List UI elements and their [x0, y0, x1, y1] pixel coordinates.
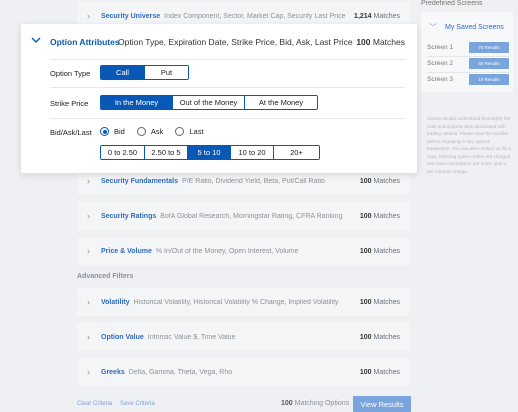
matching-options-count: 100 Matching Options — [281, 400, 350, 407]
strike-price-label: Strike Price — [50, 99, 89, 108]
radio-label: Last — [189, 127, 204, 136]
option-type-put[interactable]: Put — [145, 66, 188, 79]
filter-row-count: 100 Matches — [359, 247, 400, 255]
saved-screens-panel: ﹀ My Saved Screens Screen 1 70 Results S… — [421, 12, 513, 92]
results-badge: 70 Results — [469, 41, 509, 53]
strike-out-of-the-money[interactable]: Out of the Money — [173, 96, 245, 109]
filter-row-title: Option Value — [101, 333, 144, 341]
strike-price-toggle: In the Money Out of the Money At the Mon… — [100, 95, 318, 110]
range-option[interactable]: 0 to 2.50 — [101, 146, 145, 159]
filter-row-title: Greeks — [101, 368, 125, 376]
options-disclaimer: Clients should understand thoroughly the… — [427, 116, 511, 174]
advanced-filters-heading: Advanced Filters — [77, 273, 134, 280]
option-type-label: Option Type — [50, 69, 91, 78]
filter-row-title: Volatility — [101, 298, 130, 306]
divider — [50, 118, 405, 119]
option-type-toggle: Call Put — [100, 65, 189, 80]
saved-screens-toggle[interactable]: ﹀ My Saved Screens — [429, 22, 504, 33]
option-type-call[interactable]: Call — [101, 66, 145, 79]
filter-row-desc: BofA Global Research, Morningstar Rating… — [160, 212, 343, 220]
filter-row-title: Price & Volume — [101, 247, 152, 255]
range-option[interactable]: 10 to 20 — [231, 146, 274, 159]
filter-row-count: 100 Matches — [359, 368, 400, 376]
chevron-right-icon: › — [87, 176, 90, 186]
filter-row-count: 100 Matches — [359, 298, 400, 306]
price-range-toggle: 0 to 2.50 2.50 to 5 5 to 10 10 to 20 20+ — [100, 145, 320, 160]
range-option-selected[interactable]: 5 to 10 — [188, 146, 231, 159]
radio-button[interactable] — [136, 127, 146, 136]
panel-title: Option Attributes — [50, 37, 120, 47]
range-option[interactable]: 2.50 to 5 — [145, 146, 188, 159]
filter-row-count: 100 Matches — [359, 333, 400, 341]
filter-row-greeks[interactable]: › Greeks Delta, Gamma, Theta, Vega, Rho … — [77, 358, 410, 386]
filter-row-option-value[interactable]: › Option Value Intrinsic Value $, Time V… — [77, 323, 410, 351]
saved-screen-label: Screen 2 — [427, 59, 454, 67]
filter-row-count: 1,214 Matches — [354, 12, 400, 20]
divider — [50, 87, 405, 88]
bid-ask-last-label: Bid/Ask/Last — [50, 128, 92, 137]
radio-last[interactable]: Last — [175, 127, 204, 136]
results-badge: 50 Results — [469, 57, 509, 69]
save-criteria-link[interactable]: Save Criteria — [120, 401, 155, 407]
option-attributes-panel: Option Attributes Option Type, Expiratio… — [21, 24, 417, 173]
bid-ask-last-radio-group: Bid Ask Last — [100, 127, 216, 136]
panel-description: Option Type, Expiration Date, Strike Pri… — [118, 37, 353, 47]
filter-row-title: Security Universe — [101, 12, 161, 20]
filter-row-security-ratings[interactable]: › Security Ratings BofA Global Research,… — [77, 202, 410, 230]
chevron-right-icon: › — [87, 246, 90, 256]
saved-screen-item[interactable]: Screen 2 50 Results — [427, 56, 509, 70]
radio-label: Bid — [114, 127, 125, 136]
panel-match-count: 100 Matches — [356, 37, 405, 47]
filter-row-title: Security Ratings — [101, 212, 157, 220]
option-attributes-header[interactable]: Option Attributes Option Type, Expiratio… — [21, 24, 417, 59]
filter-row-count: 100 Matches — [359, 212, 400, 220]
filter-row-desc: Intrinsic Value $, Time Value — [147, 333, 236, 341]
filter-row-desc: P/E Ratio, Dividend Yield, Beta, Put/Cal… — [182, 177, 325, 185]
saved-screen-item[interactable]: Screen 1 70 Results — [427, 40, 509, 54]
chevron-right-icon: › — [87, 367, 90, 377]
chevron-down-icon: ﹀ — [429, 23, 437, 32]
chevron-right-icon: › — [87, 211, 90, 221]
clear-criteria-link[interactable]: Clear Criteria — [77, 401, 112, 407]
divider — [50, 59, 405, 60]
chevron-right-icon: › — [87, 297, 90, 307]
radio-ask[interactable]: Ask — [136, 127, 164, 136]
strike-in-the-money[interactable]: In the Money — [101, 96, 173, 109]
radio-label: Ask — [150, 127, 164, 136]
strike-at-the-money[interactable]: At the Money — [245, 96, 317, 109]
radio-button[interactable] — [175, 127, 185, 136]
filter-row-volatility[interactable]: › Volatility Historical Volatility, Hist… — [77, 288, 410, 316]
chevron-right-icon: › — [87, 11, 90, 21]
filter-row-desc: Delta, Gamma, Theta, Vega, Rho — [128, 368, 233, 376]
filter-row-price-volume[interactable]: › Price & Volume % In/Out of the Money, … — [77, 237, 410, 265]
saved-screen-item[interactable]: Screen 3 10 Results — [427, 72, 509, 86]
predefined-screens-title[interactable]: Predefined Screens — [421, 0, 482, 7]
saved-screen-label: Screen 1 — [427, 43, 454, 51]
view-results-button[interactable]: View Results — [353, 396, 411, 412]
filter-row-count: 100 Matches — [359, 177, 400, 185]
filter-row-desc: % In/Out of the Money, Open Interest, Vo… — [155, 247, 299, 255]
options-screener-page: › Security Universe Index Component, Sec… — [0, 0, 518, 412]
chevron-down-icon[interactable] — [30, 34, 42, 46]
range-option[interactable]: 20+ — [274, 146, 319, 159]
radio-button-selected[interactable] — [100, 127, 109, 136]
filter-row-desc: Index Component, Sector, Market Cap, Sec… — [164, 12, 346, 20]
saved-screens-title: My Saved Screens — [445, 24, 504, 31]
radio-bid[interactable]: Bid — [100, 127, 125, 136]
results-badge: 10 Results — [469, 73, 509, 85]
filter-row-desc: Historical Volatility, Historical Volati… — [133, 298, 339, 306]
chevron-right-icon: › — [87, 332, 90, 342]
saved-screen-label: Screen 3 — [427, 75, 454, 83]
filter-row-title: Security Fundamentals — [101, 177, 179, 185]
